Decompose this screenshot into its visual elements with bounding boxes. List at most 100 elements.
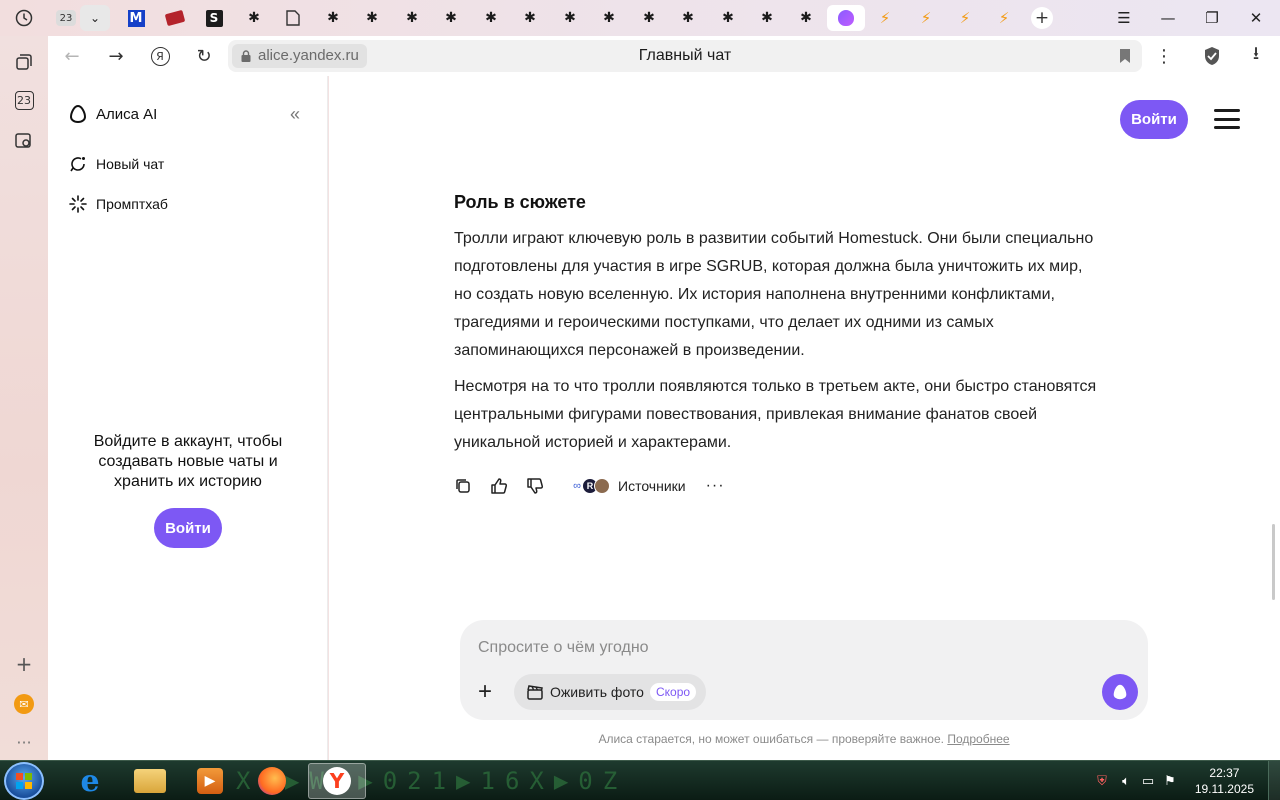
- calendar-icon: 23: [14, 90, 34, 110]
- tab-5[interactable]: ✱: [236, 5, 272, 31]
- tab-9[interactable]: ✱: [394, 5, 430, 31]
- back-button[interactable]: ←: [60, 44, 84, 68]
- more-actions-button[interactable]: ···: [706, 477, 725, 495]
- taskbar-explorer[interactable]: [124, 763, 176, 799]
- tab-7[interactable]: ✱: [315, 5, 351, 31]
- tab-10[interactable]: ✱: [433, 5, 469, 31]
- page-menu-button[interactable]: ⋮: [1152, 44, 1176, 68]
- browser-side-panel: 23 + ✉ ···: [0, 36, 48, 760]
- hamburger-menu-button[interactable]: [1214, 109, 1240, 129]
- tab-alice-active[interactable]: [827, 5, 865, 31]
- taskbar-ie[interactable]: e: [64, 763, 116, 799]
- show-desktop-button[interactable]: [1268, 761, 1280, 800]
- tab-2[interactable]: M: [118, 5, 154, 31]
- close-window-button[interactable]: ✕: [1236, 6, 1276, 30]
- tab-24[interactable]: ⚡: [986, 5, 1022, 31]
- sidebar-item-new-chat[interactable]: Новый чат: [68, 154, 164, 174]
- thumbs-down-icon: [527, 478, 544, 494]
- history-button[interactable]: [6, 5, 42, 31]
- message-paragraph: Несмотря на то что тролли появляются тол…: [454, 378, 1097, 451]
- tab-13[interactable]: ✱: [552, 5, 588, 31]
- yandex-button[interactable]: Я: [148, 44, 172, 68]
- copy-button[interactable]: [454, 474, 490, 498]
- address-bar[interactable]: Главный чат alice.yandex.ru: [228, 40, 1142, 72]
- message-paragraph: Тролли играют ключевую роль в развитии с…: [454, 230, 1094, 359]
- tab-15[interactable]: ✱: [631, 5, 667, 31]
- more-panel-button[interactable]: ···: [12, 730, 36, 754]
- url-chip[interactable]: alice.yandex.ru: [232, 44, 367, 68]
- protect-button[interactable]: [1200, 44, 1224, 68]
- alice-logo-icon: [1113, 684, 1127, 700]
- revive-photo-button[interactable]: Оживить фото Скоро: [514, 674, 707, 710]
- disclaimer-text: Алиса старается, но может ошибаться — пр…: [598, 732, 944, 746]
- brain-icon: ✱: [327, 10, 339, 26]
- sidebar-login-button[interactable]: Войти: [154, 508, 222, 548]
- downloads-button[interactable]: ⭳: [1244, 43, 1268, 68]
- taskbar-media-player[interactable]: ▶: [184, 763, 236, 799]
- tab-4[interactable]: S: [196, 5, 232, 31]
- tab-22[interactable]: ⚡: [908, 5, 944, 31]
- system-clock[interactable]: 22:37 19.11.2025: [1195, 765, 1254, 797]
- sidebar-item-prompthub[interactable]: Промптхаб: [68, 194, 168, 214]
- tab-8[interactable]: ✱: [354, 5, 390, 31]
- like-button[interactable]: [490, 474, 526, 498]
- prompt-input[interactable]: [478, 636, 1078, 660]
- collections-button[interactable]: [12, 50, 36, 74]
- brand[interactable]: Алиса AI: [68, 104, 157, 124]
- tab-14[interactable]: ✱: [591, 5, 627, 31]
- collapse-sidebar-button[interactable]: «: [290, 104, 300, 125]
- header-login-button[interactable]: Войти: [1120, 100, 1188, 139]
- m-logo-icon: M: [127, 9, 145, 27]
- arrow-right-icon: →: [108, 45, 124, 67]
- new-tab-button[interactable]: +: [1031, 7, 1053, 29]
- brain-icon: ✱: [485, 10, 497, 26]
- taskbar-yandex-browser[interactable]: Y: [308, 763, 366, 799]
- media-player-icon: ▶: [197, 768, 223, 794]
- minimize-button[interactable]: —: [1148, 6, 1188, 30]
- calendar-button[interactable]: 23: [12, 88, 36, 112]
- restore-button[interactable]: ❐: [1192, 6, 1232, 30]
- tab-19[interactable]: ✱: [788, 5, 824, 31]
- tab-21[interactable]: ⚡: [867, 5, 903, 31]
- dislike-button[interactable]: [526, 474, 562, 498]
- tab-6[interactable]: [275, 5, 311, 31]
- forward-button[interactable]: →: [104, 44, 128, 68]
- bookmark-icon[interactable]: [1118, 48, 1132, 64]
- tray-shield-icon[interactable]: ⛨: [1094, 773, 1110, 789]
- scrollbar[interactable]: [1272, 524, 1275, 600]
- disclaimer: Алиса старается, но может ошибаться — пр…: [460, 732, 1148, 746]
- mail-button[interactable]: ✉: [12, 692, 36, 716]
- add-panel-button[interactable]: +: [12, 652, 36, 676]
- reload-button[interactable]: ↻: [192, 44, 216, 68]
- alice-voice-button[interactable]: [1102, 674, 1138, 710]
- tab-1[interactable]: 23: [48, 5, 84, 31]
- shield-icon: [1205, 47, 1219, 65]
- tab-23[interactable]: ⚡: [947, 5, 983, 31]
- brain-icon: ✱: [800, 10, 812, 26]
- brain-icon: ✱: [643, 10, 655, 26]
- tab-16[interactable]: ✱: [670, 5, 706, 31]
- sources-button[interactable]: ∞ R Источники: [568, 478, 686, 494]
- volume-icon[interactable]: 🔈︎: [1118, 773, 1134, 789]
- tab-3[interactable]: [157, 5, 193, 31]
- learn-more-link[interactable]: Подробнее: [947, 732, 1009, 746]
- network-icon[interactable]: ▭: [1140, 773, 1156, 789]
- tab-17[interactable]: ✱: [710, 5, 746, 31]
- screenshot-button[interactable]: [12, 128, 36, 152]
- attach-button[interactable]: +: [478, 680, 492, 704]
- tab-12[interactable]: ✱: [512, 5, 548, 31]
- start-button[interactable]: [4, 762, 44, 800]
- action-center-icon[interactable]: ⚑: [1162, 773, 1178, 789]
- plus-icon: +: [478, 678, 493, 705]
- tab-group-dropdown[interactable]: ⌄: [80, 5, 110, 31]
- browser-menu-button[interactable]: ☰: [1104, 6, 1144, 30]
- thumbs-up-icon: [491, 478, 508, 494]
- collections-icon: [16, 54, 32, 70]
- firefox-icon: [258, 767, 286, 795]
- tab-18[interactable]: ✱: [749, 5, 785, 31]
- brain-icon: ✱: [682, 10, 694, 26]
- sources-label: Источники: [618, 478, 686, 494]
- taskbar-firefox[interactable]: [246, 763, 298, 799]
- tab-11[interactable]: ✱: [473, 5, 509, 31]
- s-logo-icon: S: [205, 9, 223, 27]
